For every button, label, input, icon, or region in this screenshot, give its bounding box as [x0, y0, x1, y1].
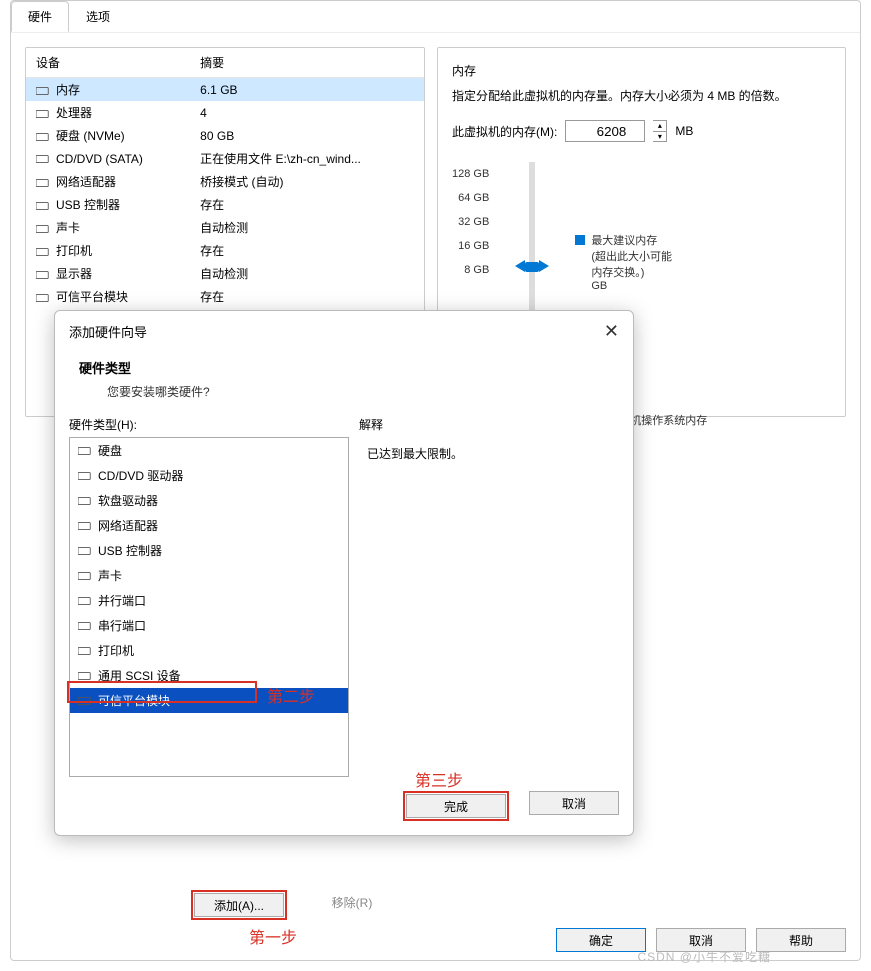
device-icon: [36, 108, 50, 120]
hardware-icon: [78, 520, 92, 532]
wizard-head-title: 硬件类型: [79, 358, 609, 377]
ok-button[interactable]: 确定: [556, 928, 646, 952]
device-icon: [36, 177, 50, 189]
device-icon: [36, 153, 50, 165]
slider-tick: 16 GB: [452, 234, 489, 258]
finish-button[interactable]: 完成: [406, 794, 506, 818]
max-rec-line2: 内存交换。): [591, 264, 672, 280]
memory-input[interactable]: [565, 120, 645, 142]
slider-tick: 64 GB: [452, 186, 489, 210]
table-row[interactable]: 显示器自动检测: [26, 262, 424, 285]
slider-tick: 8 GB: [452, 258, 489, 282]
watermark: CSDN @小牛不爱吃糖: [637, 948, 771, 965]
table-row[interactable]: 硬盘 (NVMe)80 GB: [26, 124, 424, 147]
max-rec-unit: GB: [591, 280, 672, 292]
explain-label: 解释: [359, 416, 619, 433]
explain-text: 已达到最大限制。: [359, 437, 619, 777]
col-device: 设备: [26, 48, 190, 78]
hardware-icon: [78, 570, 92, 582]
list-item[interactable]: 并行端口: [70, 588, 348, 613]
highlight-finish: 完成: [403, 791, 509, 821]
hardware-icon: [78, 695, 92, 707]
list-item[interactable]: CD/DVD 驱动器: [70, 463, 348, 488]
hardware-icon: [78, 595, 92, 607]
remove-button[interactable]: 移除(R): [307, 890, 397, 914]
device-icon: [36, 269, 50, 281]
tab-hardware[interactable]: 硬件: [11, 1, 69, 32]
slider-tick: 128 GB: [452, 162, 489, 186]
hardware-icon: [78, 620, 92, 632]
table-row[interactable]: 声卡自动检测: [26, 216, 424, 239]
slider-knob[interactable]: [525, 262, 539, 272]
list-item[interactable]: 声卡: [70, 563, 348, 588]
add-button[interactable]: 添加(A)...: [194, 893, 284, 917]
table-row[interactable]: CD/DVD (SATA)正在使用文件 E:\zh-cn_wind...: [26, 147, 424, 170]
device-icon: [36, 246, 50, 258]
memory-unit: MB: [675, 124, 693, 138]
hardware-type-list[interactable]: 硬盘CD/DVD 驱动器软盘驱动器网络适配器USB 控制器声卡并行端口串行端口打…: [69, 437, 349, 777]
device-icon: [36, 85, 50, 97]
table-row[interactable]: 打印机存在: [26, 239, 424, 262]
step3-label: 第三步: [415, 767, 463, 791]
memory-title: 内存: [452, 62, 831, 79]
step2-label: 第二步: [267, 683, 315, 707]
max-rec-label: 最大建议内存: [591, 232, 657, 248]
wizard-title: 添加硬件向导: [69, 322, 147, 341]
slider-tick: 32 GB: [452, 210, 489, 234]
table-row[interactable]: 网络适配器桥接模式 (自动): [26, 170, 424, 193]
hardware-icon: [78, 495, 92, 507]
wizard-head-question: 您要安装哪类硬件?: [107, 383, 609, 400]
hardware-icon: [78, 670, 92, 682]
list-item[interactable]: 软盘驱动器: [70, 488, 348, 513]
list-item[interactable]: USB 控制器: [70, 538, 348, 563]
square-icon: [575, 235, 585, 245]
highlight-add: 添加(A)...: [191, 890, 287, 920]
close-icon[interactable]: ✕: [604, 321, 619, 342]
table-row[interactable]: 可信平台模块存在: [26, 285, 424, 308]
marker-current-icon: [515, 260, 525, 272]
memory-spinner[interactable]: ▴▾: [653, 120, 667, 142]
device-icon: [36, 292, 50, 304]
memory-label: 此虚拟机的内存(M):: [452, 123, 557, 140]
max-rec-line1: (超出此大小可能: [591, 248, 672, 264]
hardware-icon: [78, 645, 92, 657]
marker-current-right-icon: [539, 260, 549, 272]
list-item[interactable]: 打印机: [70, 638, 348, 663]
wizard-cancel-button[interactable]: 取消: [529, 791, 619, 815]
col-summary: 摘要: [190, 48, 424, 78]
device-table: 设备 摘要 内存6.1 GB处理器4硬盘 (NVMe)80 GBCD/DVD (…: [26, 48, 424, 308]
device-icon: [36, 223, 50, 235]
list-item[interactable]: 网络适配器: [70, 513, 348, 538]
list-item[interactable]: 硬盘: [70, 438, 348, 463]
table-row[interactable]: USB 控制器存在: [26, 193, 424, 216]
device-icon: [36, 200, 50, 212]
hardware-icon: [78, 470, 92, 482]
table-row[interactable]: 处理器4: [26, 101, 424, 124]
tab-options[interactable]: 选项: [69, 1, 127, 32]
hardware-icon: [78, 545, 92, 557]
step1-label: 第一步: [249, 924, 297, 948]
list-item[interactable]: 串行端口: [70, 613, 348, 638]
table-row[interactable]: 内存6.1 GB: [26, 78, 424, 102]
device-icon: [36, 131, 50, 143]
tabs: 硬件 选项: [11, 1, 860, 33]
add-hardware-wizard: 添加硬件向导 ✕ 硬件类型 您要安装哪类硬件? 硬件类型(H): 硬盘CD/DV…: [54, 310, 634, 836]
hardware-icon: [78, 445, 92, 457]
memory-desc: 指定分配给此虚拟机的内存量。内存大小必须为 4 MB 的倍数。: [452, 87, 831, 106]
hw-list-label: 硬件类型(H):: [69, 416, 349, 433]
